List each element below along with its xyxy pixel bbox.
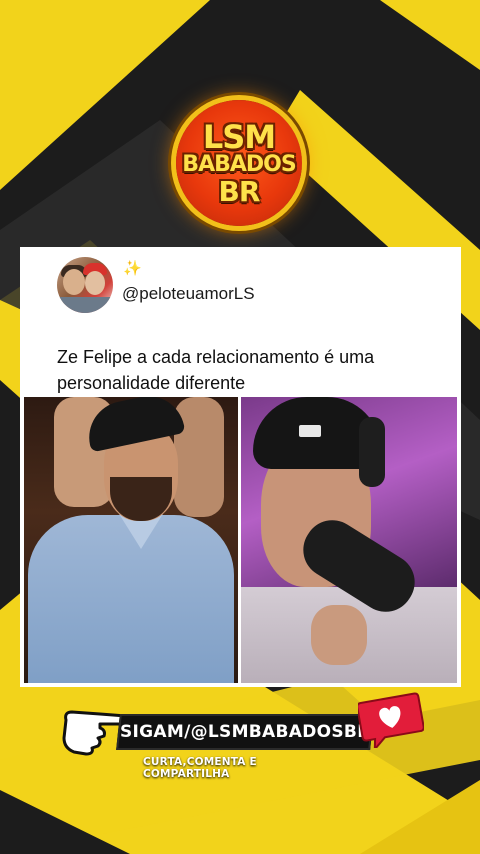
follow-banner[interactable]: SIGAM/@LSMBABADOSBR [116, 714, 374, 750]
logo-line-2: BABADOS [182, 151, 296, 177]
photo-right[interactable] [241, 397, 457, 683]
tweet-card: ✨ @peloteuamorLS Ze Felipe a cada relaci… [20, 247, 461, 687]
logo-line-3: BR [218, 174, 261, 208]
heart-notification-icon[interactable] [358, 692, 424, 748]
logo-line-1: LSM [202, 117, 276, 156]
photo-left[interactable] [24, 397, 238, 683]
cta-subtitle: CURTA,COMENTA E COMPARTILHA [143, 756, 257, 780]
tweet-handle[interactable]: @peloteuamorLS [122, 284, 255, 304]
sparkle-icon: ✨ [123, 260, 142, 277]
tweet-text: Ze Felipe a cada relacionamento é uma pe… [57, 347, 375, 393]
avatar[interactable] [57, 257, 113, 313]
lsm-babados-logo: LSM BABADOS BR [176, 100, 302, 226]
post-canvas: LSM BABADOS BR ✨ @peloteuamorLS Ze Felip… [0, 0, 480, 854]
follow-handle-text: SIGAM/@LSMBABADOSBR [119, 722, 371, 742]
